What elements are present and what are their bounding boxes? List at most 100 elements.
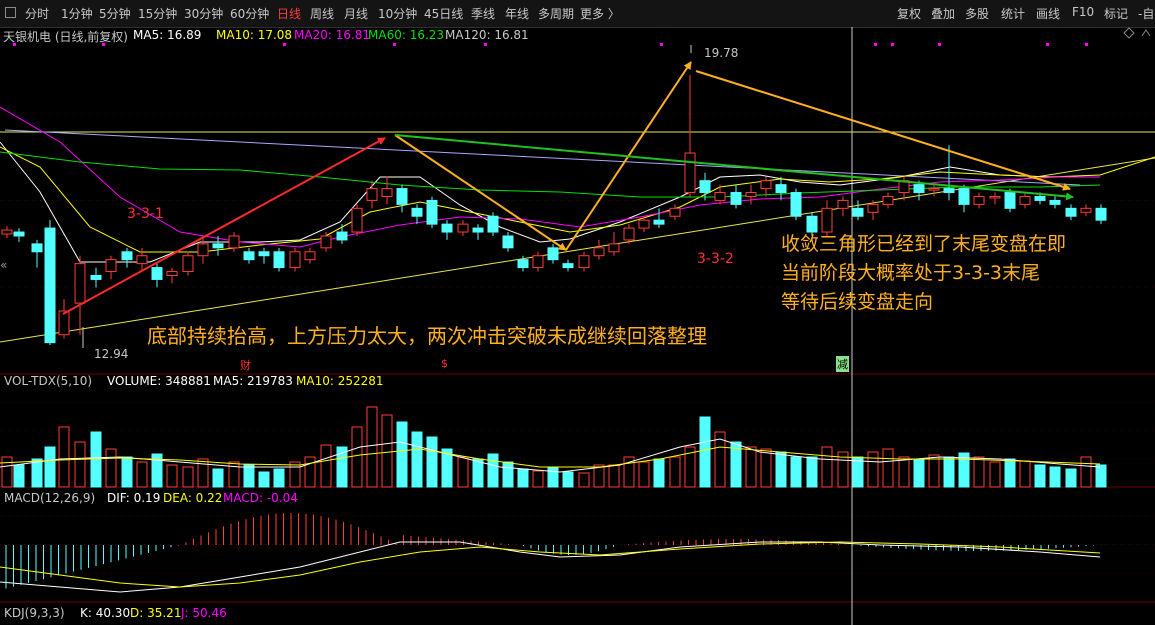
candle-body xyxy=(1049,199,1061,205)
volume-bar xyxy=(532,470,544,488)
candle-body xyxy=(336,231,348,241)
annotation-line-1: 收敛三角形已经到了末尾变盘在即 xyxy=(781,233,1067,255)
candle-body xyxy=(867,203,879,213)
period-multi[interactable]: 多周期 xyxy=(538,5,574,22)
period-10min[interactable]: 10分钟 xyxy=(378,5,417,22)
candle-body xyxy=(441,223,453,233)
volume-ma5-readout: MA5: 219783 xyxy=(213,374,293,388)
volume-ma10-readout: MA10: 252281 xyxy=(296,374,384,388)
volume-bar xyxy=(928,454,940,488)
volume-bar xyxy=(289,461,301,488)
period-45day[interactable]: 45日线 xyxy=(424,5,463,22)
annotation-line-2: 当前阶段大概率处于3-3-3末尾 xyxy=(781,262,1040,284)
event-dot xyxy=(1046,43,1049,46)
f10-button[interactable]: F10 xyxy=(1072,5,1094,19)
volume-bar xyxy=(653,458,665,488)
volume-bar xyxy=(669,456,681,488)
collapse-arrow[interactable]: « xyxy=(0,258,7,272)
period-30min[interactable]: 30分钟 xyxy=(184,5,223,22)
volume-bar xyxy=(1034,464,1046,488)
high-price-label: 19.78 xyxy=(704,46,739,60)
candle-body xyxy=(1,229,13,235)
volume-bar xyxy=(31,458,43,488)
volume-bar xyxy=(517,468,529,488)
stock-name: 天银机电 (日线,前复权) xyxy=(3,30,128,44)
volume-bar xyxy=(638,461,650,488)
volume-bars xyxy=(1,406,1107,488)
volume-bar xyxy=(1049,466,1061,488)
kdj-k-readout: K: 40.30 xyxy=(80,606,131,620)
ma5-readout: MA5: 16.89 xyxy=(133,28,202,42)
candle-body xyxy=(913,184,925,194)
event-marker-jian[interactable]: 减 xyxy=(836,356,849,372)
candle-body xyxy=(790,192,802,217)
mark-button[interactable]: 标记 xyxy=(1104,5,1128,22)
kdj-indicator-name: KDJ(9,3,3) xyxy=(4,606,65,620)
volume-bar xyxy=(1065,468,1077,488)
candle-body xyxy=(151,267,163,280)
volume-readout: VOLUME: 348881 xyxy=(107,374,211,388)
period-1min[interactable]: 1分钟 xyxy=(61,5,93,22)
candle-body xyxy=(517,259,529,269)
adjust-button[interactable]: 复权 xyxy=(897,5,921,22)
low-price-label: 12.94 xyxy=(94,347,129,361)
volume-bar xyxy=(790,456,802,488)
volume-bar xyxy=(243,464,255,488)
stats-button[interactable]: 统计 xyxy=(1001,5,1025,22)
candle-body xyxy=(608,243,620,253)
overlay-button[interactable]: 叠加 xyxy=(931,5,955,22)
period-quarter[interactable]: 季线 xyxy=(471,5,495,22)
volume-bar xyxy=(502,461,514,488)
period-15min[interactable]: 15分钟 xyxy=(138,5,177,22)
volume-bar xyxy=(273,468,285,488)
volume-bar xyxy=(166,464,178,488)
volume-bar xyxy=(973,456,985,488)
event-marker-s[interactable]: $ xyxy=(441,357,448,370)
volume-bar xyxy=(258,471,270,488)
chevron-up-icon xyxy=(1141,29,1151,37)
volume-bar xyxy=(74,441,86,488)
candle-body xyxy=(411,207,423,217)
volume-bar xyxy=(304,456,316,488)
wave-arrow-down-2 xyxy=(695,70,1071,191)
candle-body xyxy=(1065,207,1077,217)
candle-body xyxy=(166,271,178,276)
candle-body xyxy=(669,207,681,217)
candle-body xyxy=(593,247,605,257)
volume-bar xyxy=(547,466,559,488)
volume-bar xyxy=(775,451,787,488)
candle-body xyxy=(426,199,438,225)
diamond-icon xyxy=(1123,27,1135,39)
candle-body xyxy=(578,255,590,269)
candle-body xyxy=(837,199,849,209)
custom-button[interactable]: -自 xyxy=(1138,5,1154,22)
top-markers xyxy=(13,43,1088,46)
draw-line-button[interactable]: 画线 xyxy=(1036,5,1060,22)
event-marker-cai[interactable]: 财 xyxy=(240,357,251,373)
square-icon[interactable] xyxy=(5,7,16,18)
period-5min[interactable]: 5分钟 xyxy=(99,5,131,22)
period-fenshi[interactable]: 分时 xyxy=(25,5,49,22)
volume-bar xyxy=(396,421,408,488)
candle-body xyxy=(320,235,332,249)
candle-body xyxy=(1034,195,1046,201)
candle-body xyxy=(121,251,133,261)
candle-body xyxy=(502,235,514,249)
period-weekly[interactable]: 周线 xyxy=(310,5,334,22)
candle-body xyxy=(212,243,224,249)
period-60min[interactable]: 60分钟 xyxy=(230,5,269,22)
period-monthly[interactable]: 月线 xyxy=(344,5,368,22)
period-daily[interactable]: 日线 xyxy=(277,5,301,22)
annotation-bottom: 底部持续抬高，上方压力太大，两次冲击突破未成继续回落整理 xyxy=(147,324,707,348)
candle-body xyxy=(228,235,240,249)
multi-stock-button[interactable]: 多股 xyxy=(965,5,989,22)
macd-dif-line xyxy=(0,541,1101,593)
candle-body xyxy=(714,192,726,201)
volume-bar xyxy=(44,446,56,488)
volume-bar xyxy=(699,416,711,488)
period-yearly[interactable]: 年线 xyxy=(505,5,529,22)
candle-body xyxy=(1095,207,1107,221)
volume-bar xyxy=(867,451,879,488)
more-menu[interactable]: 更多 〉 xyxy=(580,5,620,22)
event-dot xyxy=(938,43,941,46)
